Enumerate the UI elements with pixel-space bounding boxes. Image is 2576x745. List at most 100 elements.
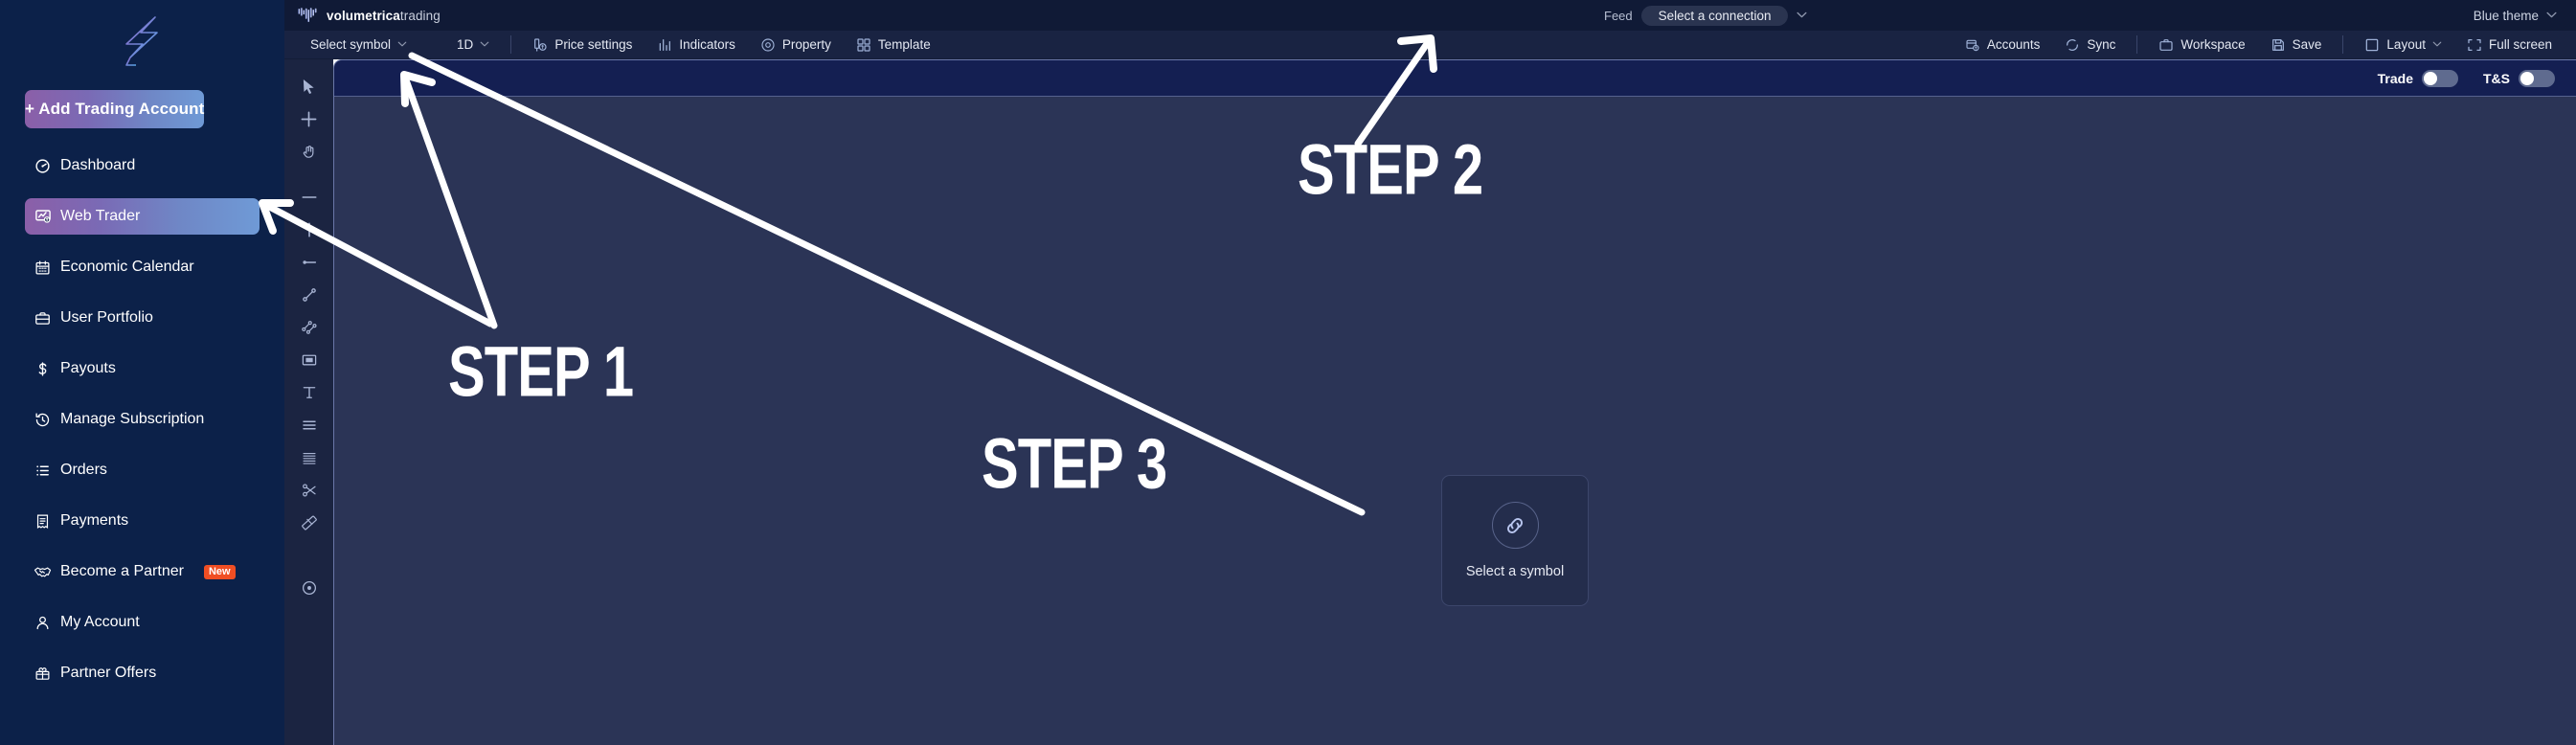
- price-settings-button[interactable]: Price settings: [520, 31, 644, 59]
- hand-icon[interactable]: [293, 135, 326, 168]
- handshake-icon: [34, 563, 52, 581]
- app-root: + Add Trading Account Dashboard Web Trad…: [0, 0, 2576, 745]
- sidebar-item-payouts[interactable]: Payouts: [25, 350, 260, 387]
- brand-text: volumetricatrading: [327, 9, 441, 23]
- chart-canvas[interactable]: Select a symbol: [334, 97, 2576, 745]
- sidebar-item-label: Become a Partner: [60, 563, 184, 579]
- gift-icon: [34, 665, 52, 683]
- parallel-channel-icon[interactable]: [293, 311, 326, 344]
- full-screen-button[interactable]: Full screen: [2454, 31, 2565, 59]
- select-symbol-card[interactable]: Select a symbol: [1441, 475, 1589, 606]
- timeframe-label: 1D: [457, 37, 474, 52]
- ts-toggle-label: T&S: [2483, 70, 2510, 86]
- toolbar-divider: [510, 35, 512, 54]
- chevron-down-icon[interactable]: [1796, 11, 1808, 21]
- text-icon[interactable]: [293, 376, 326, 409]
- add-trading-account-button[interactable]: + Add Trading Account: [25, 90, 205, 128]
- horizontal-line-icon[interactable]: [293, 181, 326, 214]
- volumetrica-brand-icon: [298, 7, 317, 22]
- sidebar-item-dashboard[interactable]: Dashboard: [25, 147, 260, 184]
- price-settings-label: Price settings: [554, 37, 633, 52]
- calendar-icon: [34, 259, 52, 277]
- sidebar-item-label: User Portfolio: [60, 309, 153, 326]
- crosshair-icon[interactable]: [293, 102, 326, 135]
- sync-label: Sync: [2087, 37, 2116, 52]
- brand-name-bold: volumetrica: [327, 8, 400, 23]
- three-lines-icon[interactable]: [293, 409, 326, 441]
- indicators-button[interactable]: Indicators: [644, 31, 748, 59]
- sidebar-item-label: Orders: [60, 462, 107, 478]
- sidebar-item-manage-subscription[interactable]: Manage Subscription: [25, 401, 260, 438]
- ts-switch[interactable]: [2519, 69, 2555, 87]
- chart-toolbar: Select symbol 1D Price settings Indicato…: [284, 31, 2576, 59]
- indicators-icon: [657, 37, 672, 53]
- sidebar-nav: Dashboard Web Trader Economic Calendar U…: [0, 147, 284, 691]
- template-label: Template: [877, 37, 931, 52]
- sidebar-item-become-a-partner[interactable]: Become a Partner New: [25, 553, 260, 590]
- sidebar-item-label: Manage Subscription: [60, 411, 205, 427]
- brand-name-light: trading: [399, 8, 441, 23]
- feed-label: Feed: [1604, 8, 1633, 23]
- chart-panel-header: Trade T&S: [334, 60, 2576, 97]
- dashboard-icon: [34, 157, 52, 175]
- drawing-toolbar: [284, 59, 333, 745]
- trend-line-icon[interactable]: [293, 279, 326, 311]
- sidebar-item-my-account[interactable]: My Account: [25, 604, 260, 641]
- multi-lines-icon[interactable]: [293, 441, 326, 474]
- sidebar-item-label: Economic Calendar: [60, 259, 194, 275]
- sidebar-item-label: Payments: [60, 512, 129, 529]
- ts-toggle[interactable]: T&S: [2483, 69, 2555, 87]
- sidebar-item-label: Web Trader: [60, 208, 141, 224]
- ruler-icon[interactable]: [293, 507, 326, 539]
- status-badge: New: [203, 564, 236, 579]
- receipt-icon: [34, 512, 52, 531]
- user-icon: [34, 614, 52, 632]
- chart-workspace: Trade T&S Select a symbol: [284, 59, 2576, 745]
- sidebar-item-orders[interactable]: Orders: [25, 452, 260, 488]
- template-icon: [856, 37, 871, 53]
- cursor-icon[interactable]: [293, 70, 326, 102]
- sync-button[interactable]: Sync: [2052, 31, 2128, 59]
- price-settings-icon: [532, 37, 548, 53]
- trade-switch[interactable]: [2422, 69, 2458, 87]
- fullscreen-icon: [2467, 37, 2482, 53]
- vertical-line-icon[interactable]: [293, 214, 326, 246]
- dollar-icon: [34, 360, 52, 378]
- web-trader-icon: [34, 208, 52, 226]
- timeframe-dropdown[interactable]: 1D: [444, 31, 502, 59]
- sidebar-logo[interactable]: [0, 4, 284, 84]
- select-symbol-dropdown[interactable]: Select symbol: [298, 31, 419, 59]
- chevron-down-icon: [397, 39, 407, 50]
- sidebar-item-economic-calendar[interactable]: Economic Calendar: [25, 249, 260, 285]
- chevron-down-icon: [2432, 39, 2442, 50]
- sidebar-item-payments[interactable]: Payments: [25, 503, 260, 539]
- accounts-button[interactable]: Accounts: [1953, 31, 2053, 59]
- volumetrica-logo-mark: [124, 16, 158, 66]
- brand: volumetricatrading: [298, 7, 441, 24]
- scissors-icon[interactable]: [293, 474, 326, 507]
- workspace-label: Workspace: [2181, 37, 2246, 52]
- select-symbol-caption: Select a symbol: [1465, 564, 1565, 579]
- sidebar: + Add Trading Account Dashboard Web Trad…: [0, 0, 284, 745]
- workspace-button[interactable]: Workspace: [2146, 31, 2257, 59]
- sidebar-item-label: My Account: [60, 614, 140, 630]
- toolbar-divider: [2342, 35, 2344, 54]
- save-button[interactable]: Save: [2258, 31, 2335, 59]
- sidebar-item-web-trader[interactable]: Web Trader: [25, 198, 260, 235]
- feed-connection-group: Feed Select a connection: [1604, 0, 1808, 31]
- sync-icon: [2065, 37, 2080, 53]
- select-connection-button[interactable]: Select a connection: [1640, 5, 1789, 26]
- rectangle-icon[interactable]: [293, 344, 326, 376]
- property-button[interactable]: Property: [748, 31, 844, 59]
- layout-dropdown[interactable]: Layout: [2352, 31, 2454, 59]
- sidebar-item-partner-offers[interactable]: Partner Offers: [25, 655, 260, 691]
- chevron-down-icon: [2546, 11, 2557, 21]
- trade-toggle[interactable]: Trade: [2378, 69, 2458, 87]
- template-button[interactable]: Template: [844, 31, 943, 59]
- accounts-icon: [1965, 37, 1980, 53]
- sidebar-item-user-portfolio[interactable]: User Portfolio: [25, 300, 260, 336]
- eye-icon[interactable]: [293, 572, 326, 604]
- theme-selector[interactable]: Blue theme: [2474, 0, 2557, 31]
- list-icon: [34, 462, 52, 480]
- ray-line-icon[interactable]: [293, 246, 326, 279]
